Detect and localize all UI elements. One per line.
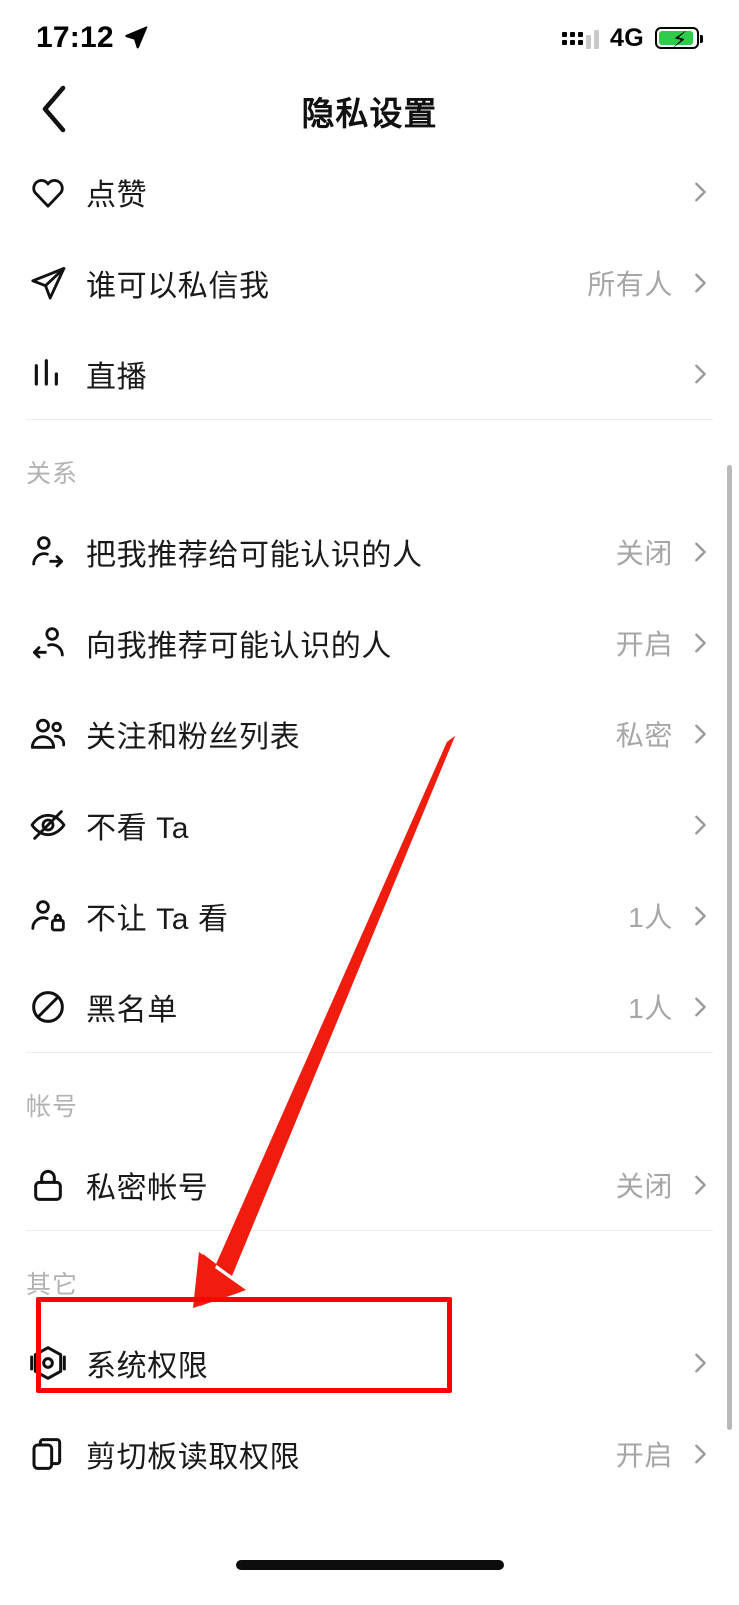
- person-share-icon: [26, 530, 70, 574]
- settings-row-value: 1人: [628, 992, 673, 1024]
- section-header: 其它: [26, 1271, 79, 1299]
- chevron-right-icon: [689, 1174, 711, 1196]
- clipboard-icon: [26, 1432, 70, 1476]
- vertical-scrollbar[interactable]: [727, 465, 732, 1430]
- eye-off-icon: [26, 803, 70, 847]
- chevron-right-icon: [689, 996, 711, 1018]
- chevron-right-icon: [689, 181, 711, 203]
- settings-row-value: 私密: [615, 719, 673, 751]
- settings-row-value: 开启: [615, 628, 673, 660]
- status-bar: 17:12 4G ⚡: [0, 0, 739, 76]
- settings-row-value: 关闭: [615, 537, 673, 569]
- network-type-label: 4G: [610, 23, 644, 52]
- chevron-left-icon: [39, 85, 69, 138]
- settings-row[interactable]: 关注和粉丝列表 私密: [0, 688, 739, 779]
- people-icon: [26, 712, 70, 756]
- back-button[interactable]: [22, 76, 86, 146]
- heart-icon: [26, 170, 70, 214]
- settings-row-value: 关闭: [615, 1170, 673, 1202]
- chevron-right-icon: [689, 363, 711, 385]
- settings-row-label: 不看 Ta: [86, 811, 190, 845]
- chevron-right-icon: [689, 905, 711, 927]
- settings-row-label: 把我推荐给可能认识的人: [86, 538, 423, 572]
- settings-row[interactable]: 点赞: [0, 146, 739, 237]
- settings-row[interactable]: 不让 Ta 看 1人: [0, 870, 739, 961]
- section-header: 帐号: [26, 1093, 79, 1121]
- settings-row[interactable]: 直播: [0, 328, 739, 419]
- settings-row[interactable]: 剪切板读取权限 开启: [0, 1408, 739, 1499]
- lock-icon: [26, 1163, 70, 1207]
- person-receive-icon: [26, 621, 70, 665]
- person-lock-icon: [26, 894, 70, 938]
- settings-row-label: 剪切板读取权限: [86, 1440, 301, 1474]
- settings-row[interactable]: 黑名单 1人: [0, 961, 739, 1052]
- chevron-right-icon: [689, 723, 711, 745]
- settings-row-label: 系统权限: [86, 1349, 209, 1383]
- settings-row[interactable]: 系统权限: [0, 1317, 739, 1408]
- settings-row-label: 谁可以私信我: [86, 269, 270, 303]
- navigation-bar: 隐私设置: [0, 76, 739, 146]
- location-arrow-icon: [123, 23, 149, 54]
- live-bars-icon: [26, 352, 70, 396]
- status-bar-right: 4G ⚡: [562, 23, 703, 53]
- settings-row-value: 1人: [628, 901, 673, 933]
- chevron-right-icon: [689, 814, 711, 836]
- settings-row-label: 向我推荐可能认识的人: [86, 629, 392, 663]
- battery-charging-icon: ⚡: [655, 27, 703, 52]
- chevron-right-icon: [689, 1443, 711, 1465]
- settings-row[interactable]: 私密帐号 关闭: [0, 1139, 739, 1230]
- settings-row-value: 所有人: [587, 268, 673, 300]
- signal-dots-icon: [562, 27, 600, 49]
- chevron-right-icon: [689, 1352, 711, 1374]
- home-indicator: [235, 1560, 504, 1570]
- settings-row-label: 关注和粉丝列表: [86, 720, 301, 754]
- settings-row[interactable]: 向我推荐可能认识的人 开启: [0, 597, 739, 688]
- chevron-right-icon: [689, 541, 711, 563]
- block-icon: [26, 985, 70, 1029]
- settings-row-value: 开启: [615, 1439, 673, 1471]
- settings-row-label: 黑名单: [86, 993, 178, 1027]
- settings-row-label: 直播: [86, 360, 148, 394]
- settings-row[interactable]: 把我推荐给可能认识的人 关闭: [0, 506, 739, 597]
- settings-list: 点赞 谁可以私信我 所有人 直播 关系 把我推荐给可能认识的人 关闭 向我推荐可能认识的人 开启…: [0, 146, 739, 1499]
- settings-row[interactable]: 不看 Ta: [0, 779, 739, 870]
- settings-row[interactable]: 谁可以私信我 所有人: [0, 237, 739, 328]
- page-title: 隐私设置: [301, 95, 438, 132]
- clock-time: 17:12: [36, 21, 114, 54]
- send-icon: [26, 261, 70, 305]
- chevron-right-icon: [689, 632, 711, 654]
- section-header: 关系: [26, 460, 79, 488]
- settings-row-label: 点赞: [86, 178, 148, 212]
- settings-row-label: 不让 Ta 看: [86, 902, 229, 936]
- settings-row-label: 私密帐号: [86, 1171, 209, 1205]
- hexagon-permission-icon: [26, 1341, 70, 1385]
- chevron-right-icon: [689, 272, 711, 294]
- status-bar-left: 17:12: [36, 21, 149, 55]
